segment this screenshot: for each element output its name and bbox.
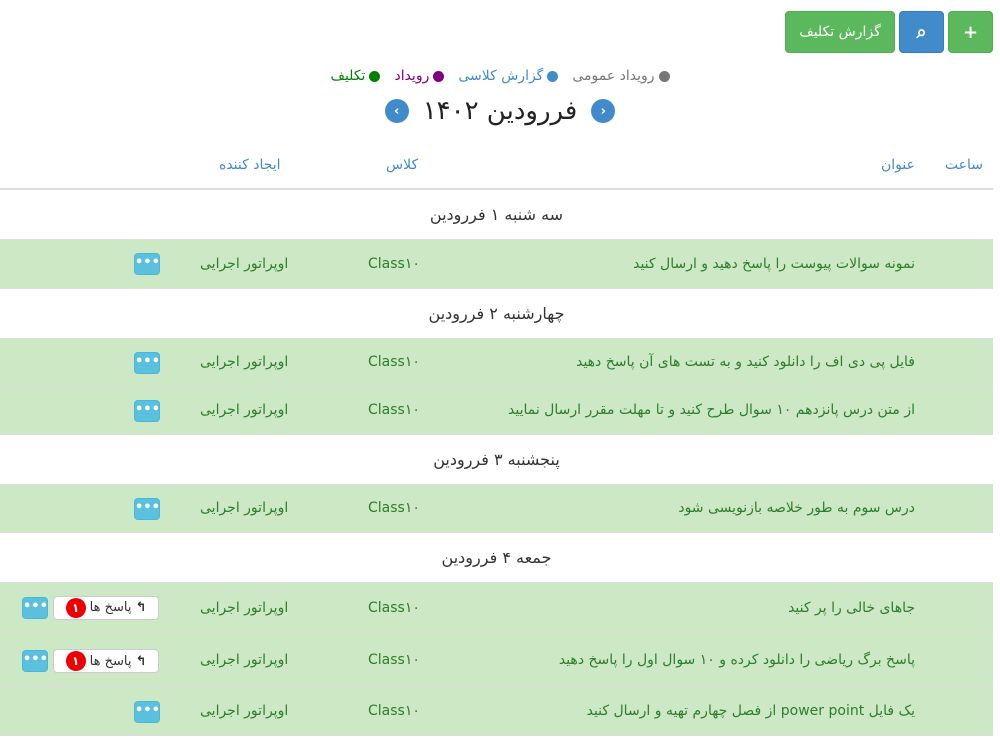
next-month-button[interactable]: › [591, 99, 616, 123]
reply-icon: ↰ [135, 600, 147, 615]
event-creator: اوپراتور اجرایی [200, 600, 289, 616]
month-navigation: ‹ فررودین ۱۴۰۲ › [0, 96, 1000, 126]
event-row[interactable]: پاسخ برگ ریاضی را دانلود کرده و ۱۰ سوال … [0, 634, 993, 688]
event-title: درس سوم به طور خلاصه بازنویسی شود [678, 500, 915, 516]
prev-month-button[interactable]: ‹ [384, 99, 409, 123]
event-row[interactable]: نمونه سوالات پیوست را پاسخ دهید و ارسال … [0, 240, 993, 289]
event-class: Class۱۰ [368, 703, 420, 719]
chevron-right-icon: › [600, 103, 606, 119]
reply-count-badge: ۱ [65, 651, 86, 671]
event-class: Class۱۰ [368, 500, 420, 516]
search-icon: ⌕ [916, 21, 927, 43]
toolbar: + ⌕ گزارش تکلیف [785, 11, 993, 53]
event-title: فایل پی دی اف را دانلود کنید و به تست ها… [576, 354, 915, 370]
more-options-button[interactable]: ••• [134, 400, 160, 422]
event-creator: اوپراتور اجرایی [200, 402, 289, 418]
event-creator: اوپراتور اجرایی [200, 354, 289, 370]
legend-label: رویداد عمومی [572, 68, 655, 84]
event-row[interactable]: یک فایل power point از فصل چهارم تهیه و … [0, 688, 993, 736]
day-header: پنجشنبه ۳ فررودین [0, 435, 993, 485]
event-row[interactable]: درس سوم به طور خلاصه بازنویسی شود Class۱۰… [0, 485, 993, 533]
column-header-class[interactable]: کلاس [386, 157, 418, 173]
legend-item-class-report: گزارش کلاسی [458, 68, 559, 84]
event-creator: اوپراتور اجرایی [200, 652, 289, 668]
event-class: Class۱۰ [368, 354, 420, 370]
event-title: یک فایل power point از فصل چهارم تهیه و … [586, 703, 915, 719]
more-options-button[interactable]: ••• [134, 498, 160, 520]
assignment-report-button[interactable]: گزارش تکلیف [785, 11, 895, 53]
more-options-button[interactable]: ••• [134, 701, 160, 723]
event-title: جاهای خالی را پر کنید [788, 600, 915, 616]
legend-label: رویداد [394, 68, 430, 84]
event-creator: اوپراتور اجرایی [200, 703, 289, 719]
legend-dot [658, 70, 670, 82]
replies-label: پاسخ ها [89, 653, 132, 669]
day-header: چهارشنبه ۲ فررودین [0, 289, 993, 339]
legend-item-assignment: تکلیف [330, 68, 381, 84]
legend-dot [547, 70, 559, 82]
column-header-time[interactable]: ساعت [945, 157, 983, 173]
replies-button[interactable]: ۱ پاسخ ها ↰ [53, 596, 159, 620]
legend-label: تکلیف [330, 68, 366, 84]
event-title: از متن درس پانزدهم ۱۰ سوال طرح کنید و تا… [508, 402, 915, 418]
legend-label: گزارش کلاسی [458, 68, 544, 84]
event-row[interactable]: جاهای خالی را پر کنید Class۱۰ اوپراتور اجر… [0, 583, 993, 634]
more-options-button[interactable]: ••• [22, 597, 48, 619]
more-options-button[interactable]: ••• [134, 253, 160, 275]
day-header: جمعه ۴ فررودین [0, 533, 993, 583]
event-class: Class۱۰ [368, 652, 420, 668]
reply-icon: ↰ [135, 653, 147, 669]
reply-count-badge: ۱ [65, 598, 86, 618]
more-options-button[interactable]: ••• [134, 352, 160, 374]
event-title: نمونه سوالات پیوست را پاسخ دهید و ارسال … [633, 256, 915, 272]
chevron-left-icon: ‹ [394, 103, 400, 119]
replies-button[interactable]: ۱ پاسخ ها ↰ [53, 649, 159, 673]
search-button[interactable]: ⌕ [899, 11, 944, 53]
column-header-title[interactable]: عنوان [881, 157, 915, 173]
event-class: Class۱۰ [368, 256, 420, 272]
event-row[interactable]: از متن درس پانزدهم ۱۰ سوال طرح کنید و تا… [0, 387, 993, 435]
replies-label: پاسخ ها [89, 600, 132, 615]
event-class: Class۱۰ [368, 402, 420, 418]
month-title: فررودین ۱۴۰۲ [422, 96, 578, 126]
event-creator: اوپراتور اجرایی [200, 256, 289, 272]
event-class: Class۱۰ [368, 600, 420, 616]
legend: تکلیف رویداد گزارش کلاسی رویداد عمومی [0, 68, 1000, 84]
more-options-button[interactable]: ••• [22, 650, 48, 672]
legend-dot [369, 70, 381, 82]
legend-item-public-event: رویداد عمومی [572, 68, 670, 84]
column-header-creator[interactable]: ایجاد کننده [219, 157, 281, 173]
legend-dot [433, 70, 445, 82]
day-header: سه شنبه ۱ فررودین [0, 190, 993, 240]
event-list: سه شنبه ۱ فررودین نمونه سوالات پیوست را پ… [0, 190, 993, 736]
event-creator: اوپراتور اجرایی [200, 500, 289, 516]
add-button[interactable]: + [948, 11, 993, 53]
event-title: پاسخ برگ ریاضی را دانلود کرده و ۱۰ سوال … [558, 652, 915, 668]
event-row[interactable]: فایل پی دی اف را دانلود کنید و به تست ها… [0, 339, 993, 387]
legend-item-event: رویداد [394, 68, 445, 84]
table-header: ساعت عنوان کلاس ایجاد کننده [0, 150, 993, 190]
